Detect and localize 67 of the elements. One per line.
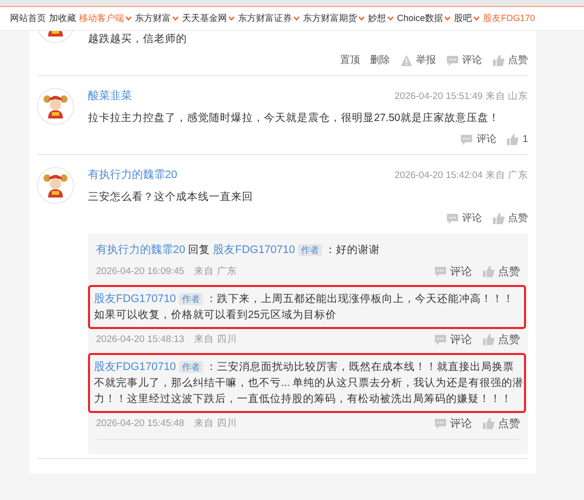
thumbs-up-icon xyxy=(482,265,495,278)
reply-label: 回复 xyxy=(188,244,210,256)
nav-link[interactable]: 东方财富证券 xyxy=(238,12,300,25)
like-button[interactable]: 点赞 xyxy=(482,416,520,431)
like-button[interactable]: 点赞 xyxy=(492,211,528,225)
reply-text: 股友FDG170710 作者 ：三安消息面扰动比较厉害，既然在成本线！！就直接出局换票不就完事儿了，那么纠结干嘛，也不亏... 单纯的从这只票去分析，我认为还是有很强的潜力！！这里经过这波下跌后，一直低位持股的筹码，有松动被洗出局筹码的嫌疑！！！ xyxy=(94,360,524,407)
nav-link[interactable]: 天天基金网 xyxy=(182,12,235,25)
caret-icon xyxy=(444,16,452,21)
comment-button[interactable]: 评论 xyxy=(446,211,482,225)
username-link[interactable]: 有执行力的魏霏20 xyxy=(88,167,178,182)
comment-icon xyxy=(434,265,447,278)
caret-icon xyxy=(228,16,235,21)
post-time: 2026-04-20 15:42:04 来自 广东 xyxy=(394,169,528,182)
post-time: 2026-04-20 15:51:49 来自 山东 xyxy=(394,90,528,103)
nav-link[interactable]: 网站首页 xyxy=(10,12,46,25)
comment-icon xyxy=(460,132,474,146)
reply-location: 来自 四川 xyxy=(194,333,237,346)
nav-link[interactable]: 股吧 xyxy=(454,12,480,25)
nav-link[interactable]: 东方财富期货 xyxy=(303,12,365,25)
comment-button[interactable]: 评论 xyxy=(434,416,472,431)
nav-link[interactable]: 妙想 xyxy=(368,12,394,25)
like-button[interactable]: 1 xyxy=(506,132,528,146)
comment-icon xyxy=(446,212,459,224)
caret-icon xyxy=(387,16,394,21)
comment-button[interactable]: 评论 xyxy=(460,132,496,146)
caret-icon xyxy=(358,16,365,21)
reply-location: 来自 四川 xyxy=(194,417,237,430)
like-button[interactable]: 点赞 xyxy=(482,332,520,347)
comment-button[interactable]: 评论 xyxy=(446,53,482,67)
reply-time: 2026-04-20 16:09:45 xyxy=(96,266,184,277)
reply-time: 2026-04-20 15:45:48 xyxy=(96,418,184,429)
caret-icon xyxy=(125,16,132,21)
caret-icon xyxy=(172,16,179,21)
nav-link[interactable]: Choice数据 xyxy=(397,12,452,25)
nav-link[interactable]: 加收藏 xyxy=(49,12,76,25)
nav-link[interactable]: 东方财富 xyxy=(135,12,179,25)
author-badge: 作者 xyxy=(178,293,203,305)
comment-button[interactable]: 评论 xyxy=(434,332,472,347)
author-badge: 作者 xyxy=(178,361,203,373)
action-button[interactable]: 置顶 xyxy=(340,53,360,67)
comment-text: 拉卡拉主力控盘了，感觉随时爆拉，今天就是震仓，很明显27.50就是庄家故意压盘！ xyxy=(88,111,500,126)
action-button[interactable]: 删除 xyxy=(370,53,390,67)
comment-icon xyxy=(434,417,447,430)
thumbs-up-icon xyxy=(482,333,495,346)
author-badge: 作者 xyxy=(298,244,322,256)
comment-text: 越跌越买，信老师的 xyxy=(88,32,188,47)
caret-icon xyxy=(293,16,300,21)
like-button[interactable]: 点赞 xyxy=(492,53,528,67)
reply-text: 股友FDG170710 作者 ：跌下来，上周五都还能出现涨停板向上，今天还能冲高！！！如果可以收复，价格就可以看到25元区域为目标价 xyxy=(94,292,515,323)
thumbs-up-icon xyxy=(506,132,520,146)
thumbs-up-icon xyxy=(492,212,505,224)
comment-button[interactable]: 评论 xyxy=(434,264,472,279)
comment-text: 三安怎么看？这个成本线一直来回 xyxy=(88,190,254,205)
reply-time: 2026-04-20 15:48:13 xyxy=(96,334,184,345)
avatar[interactable] xyxy=(37,88,74,125)
reply-text: 有执行力的魏霏20 回复 股友FDG170710 作者 ：好的谢谢 xyxy=(96,243,381,258)
thumbs-up-icon xyxy=(482,417,495,430)
like-button[interactable]: 点赞 xyxy=(482,264,520,279)
avatar[interactable] xyxy=(37,167,74,204)
report-button[interactable]: 举报 xyxy=(400,53,436,67)
comment-icon xyxy=(446,54,459,66)
username-link[interactable]: 酸菜韭菜 xyxy=(88,88,132,103)
caret-icon xyxy=(473,16,480,21)
warning-icon xyxy=(400,54,413,66)
reply-location: 来自 广东 xyxy=(194,265,237,278)
thumbs-up-icon xyxy=(492,54,505,66)
comment-icon xyxy=(434,333,447,346)
